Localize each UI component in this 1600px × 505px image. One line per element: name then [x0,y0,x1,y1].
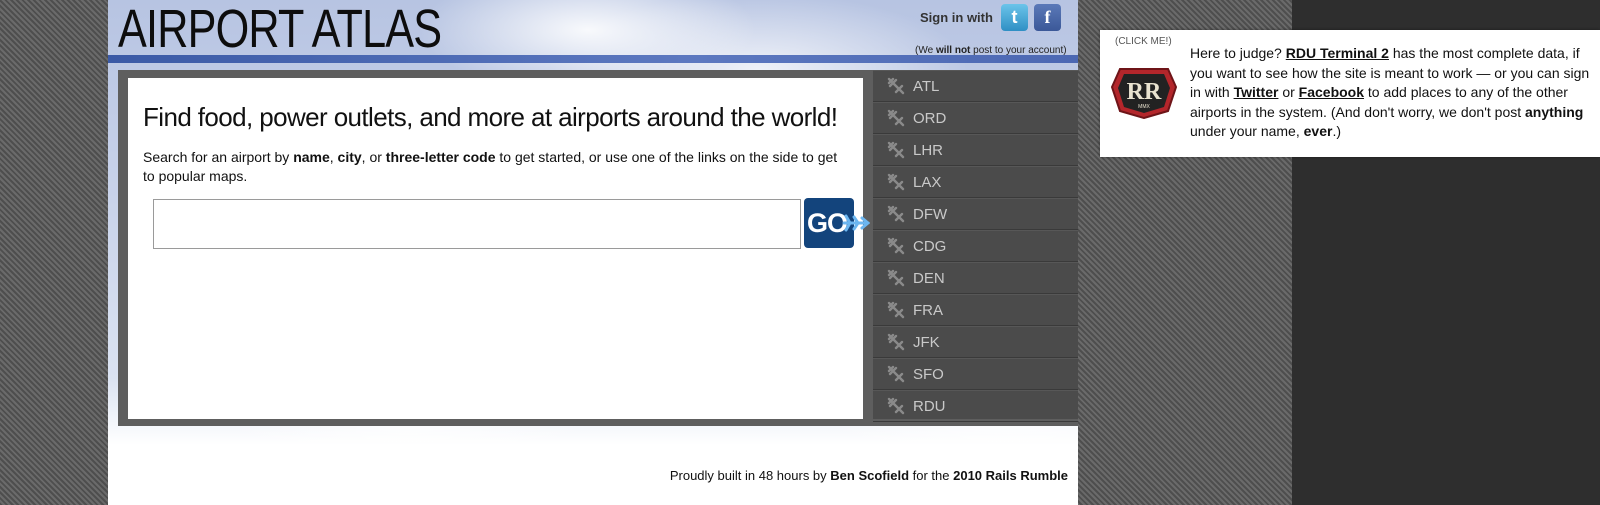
sidebar-item-label: DFW [913,205,948,223]
rails-rumble-badge-icon: RR MMX [1110,68,1178,119]
sidebar-item-label: JFK [913,333,940,351]
search-description: Search for an airport by name, city, or … [143,149,838,184]
airplane-icon [842,214,870,232]
footer-credits: Proudly built in 48 hours by Ben Scofiel… [669,468,1068,483]
airplane-icon [887,397,905,415]
sign-in-note: (We will not post to your account) [915,45,1067,56]
site-logo[interactable]: AIRPORT ATLAS [118,2,442,56]
search-area: Find food, power outlets, and more at ai… [128,78,870,419]
sidebar-item-den[interactable]: DEN [873,262,1078,294]
go-button-label: GO [807,207,848,238]
facebook-link[interactable]: Facebook [1299,84,1364,100]
sidebar-item-rdu[interactable]: RDU [873,390,1078,422]
sidebar-item-label: SFO [913,365,944,383]
sidebar-item-lax[interactable]: LAX [873,166,1078,198]
airplane-icon [887,301,905,319]
twitter-link[interactable]: Twitter [1234,84,1279,100]
sidebar-item-label: LHR [913,141,944,159]
sidebar-item-lhr[interactable]: LHR [873,134,1078,166]
page-title: Find food, power outlets, and more at ai… [143,102,838,132]
sidebar-item-ord[interactable]: ORD [873,102,1078,134]
airplane-icon [887,205,905,223]
sidebar-item-cdg[interactable]: CDG [873,230,1078,262]
sidebar-item-label: DEN [913,269,945,287]
airplane-icon [887,77,905,95]
sidebar-item-atl[interactable]: ATL [873,70,1078,102]
airplane-icon [887,237,905,255]
airplane-icon [887,141,905,159]
main-panel: Find food, power outlets, and more at ai… [118,70,1078,426]
sidebar-item-label: CDG [913,237,947,255]
sidebar-item-label: ATL [913,77,940,95]
sidebar-item-jfk[interactable]: JFK [873,326,1078,358]
airplane-icon [887,269,905,287]
sidebar-item-dfw[interactable]: DFW [873,198,1078,230]
header-strip [108,55,1078,63]
sidebar-item-label: FRA [913,301,943,319]
airport-sidebar: ATL ORD LHR LAX DFW CDG DEN FRA JFK SFO … [873,70,1078,422]
rdu-terminal-link[interactable]: RDU Terminal 2 [1286,45,1389,61]
search-input[interactable] [153,199,801,249]
svg-text:RR: RR [1127,79,1162,105]
airplane-icon [887,173,905,191]
page: AIRPORT ATLAS Sign in with t f (We will … [108,0,1078,505]
judge-message: Here to judge? RDU Terminal 2 has the mo… [1190,45,1590,139]
click-me-label: (CLICK ME!) [1115,36,1172,47]
airplane-icon [887,333,905,351]
twitter-icon[interactable]: t [1000,3,1028,31]
sidebar-item-sfo[interactable]: SFO [873,358,1078,390]
airplane-icon [887,365,905,383]
judge-callout[interactable]: (CLICK ME!) RR MMX Here to judge? RDU Te… [1100,30,1600,157]
facebook-icon[interactable]: f [1033,3,1061,31]
sign-in-label: Sign in with [920,9,993,25]
sidebar-item-fra[interactable]: FRA [873,294,1078,326]
sign-in: Sign in with t f [920,2,1061,32]
svg-text:MMX: MMX [1138,104,1150,110]
airplane-icon [887,109,905,127]
sidebar-item-label: RDU [913,397,946,415]
sidebar-item-label: LAX [913,173,942,191]
sidebar-item-label: ORD [913,109,947,127]
